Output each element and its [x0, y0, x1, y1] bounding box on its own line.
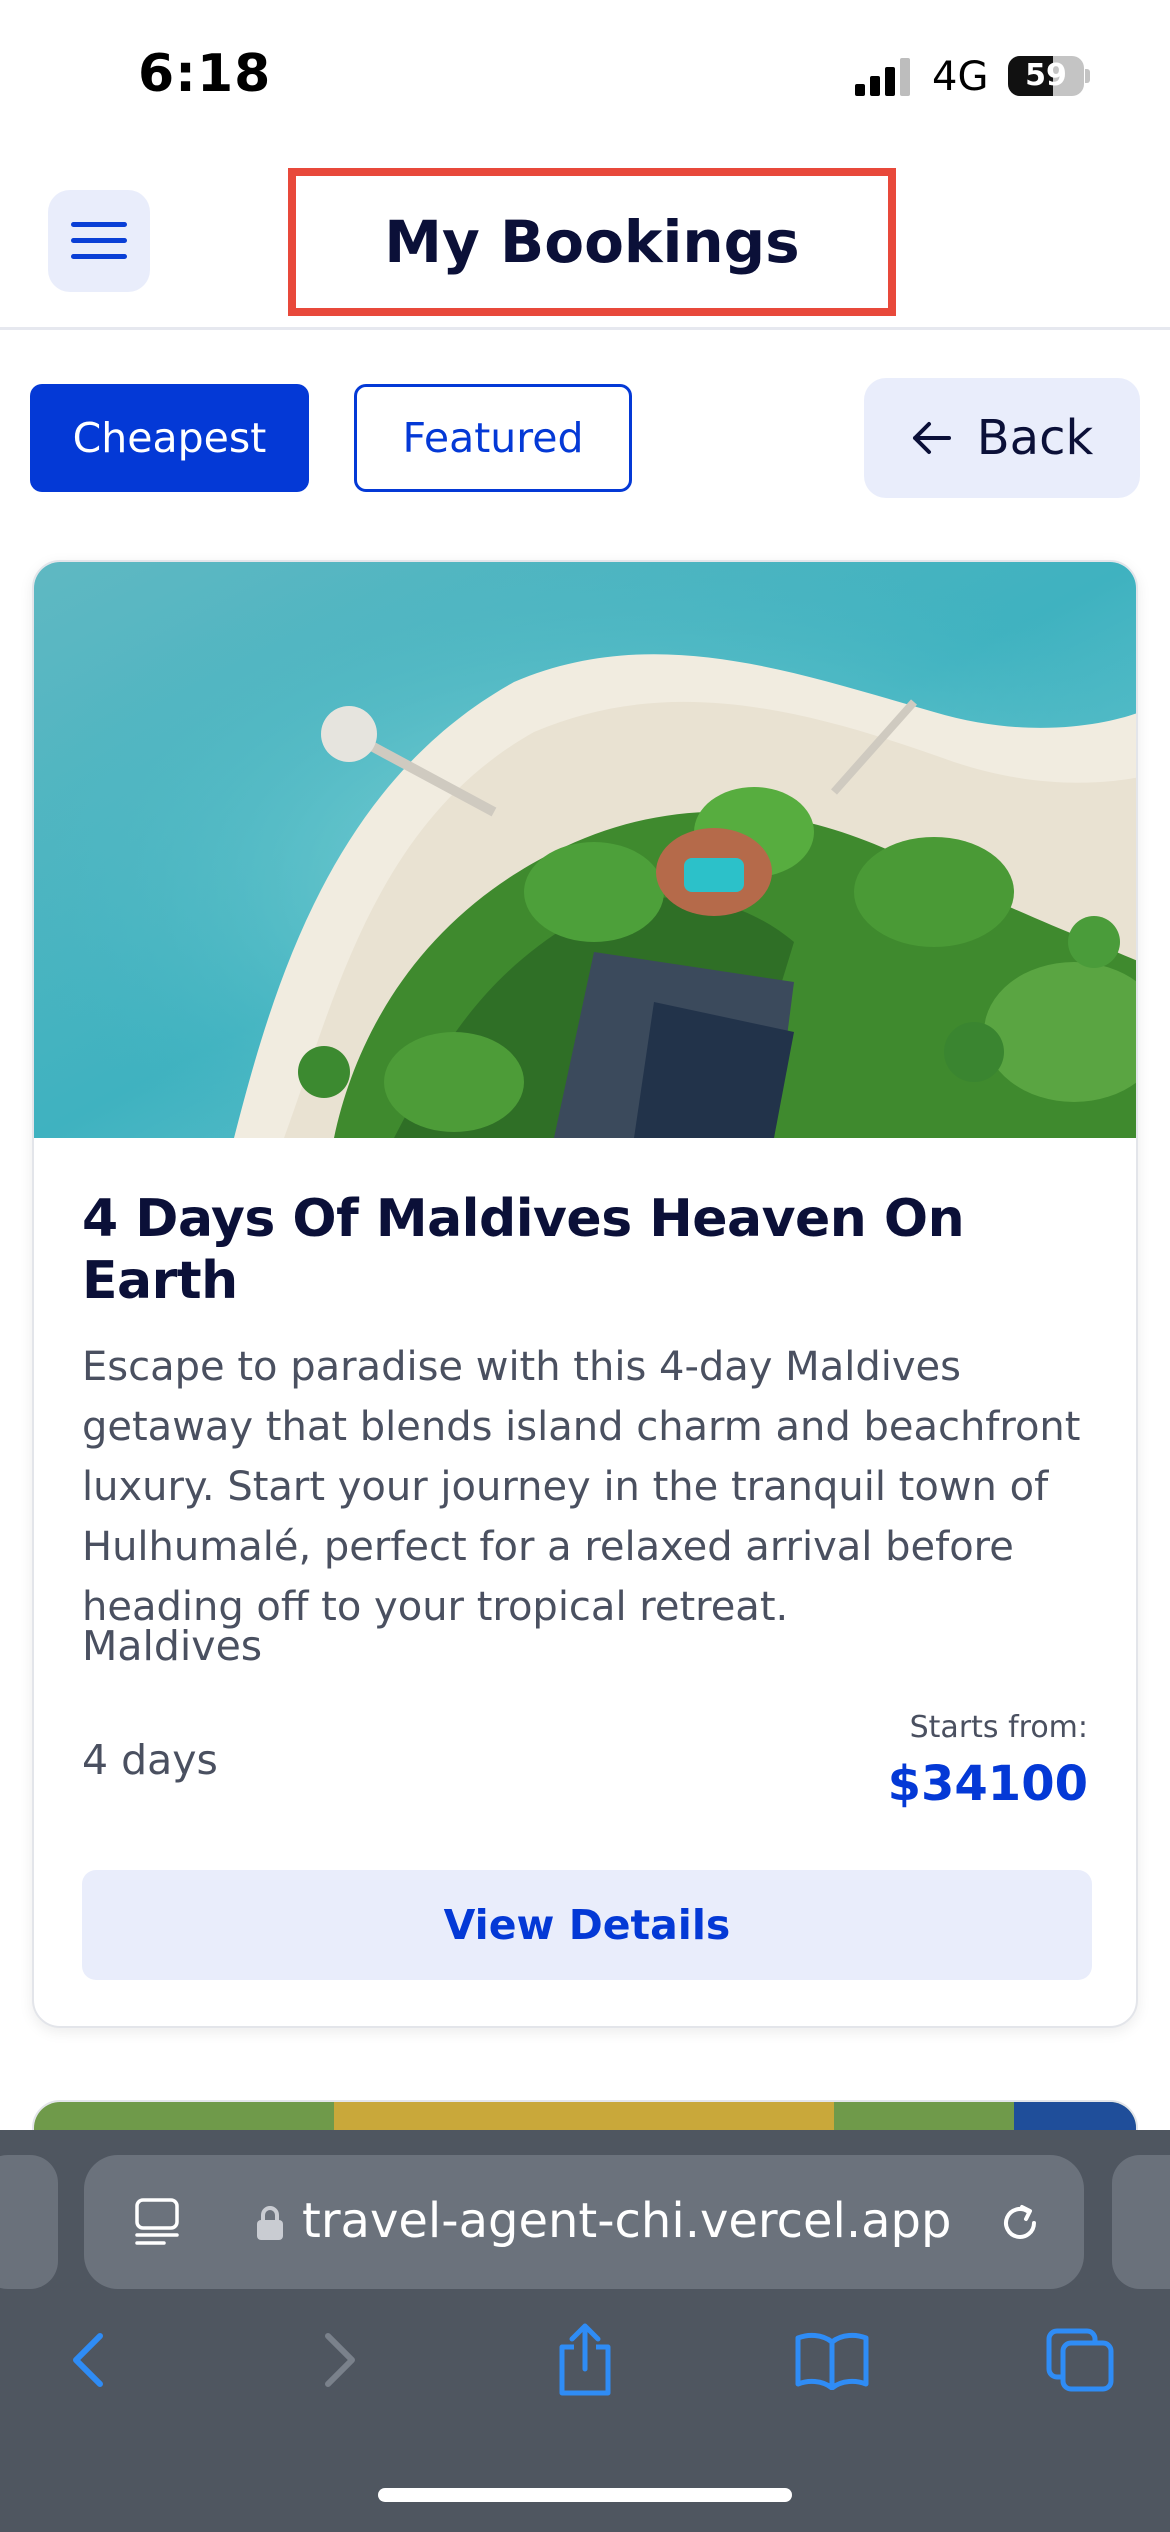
booking-duration: 4 days — [82, 1736, 218, 1784]
page-menu-icon[interactable] — [134, 2197, 180, 2247]
reload-icon[interactable] — [996, 2199, 1044, 2247]
previous-tab-edge[interactable] — [0, 2155, 58, 2289]
lock-icon — [257, 2206, 283, 2240]
booking-description: Escape to paradise with this 4-day Maldi… — [82, 1343, 1081, 1630]
signal-icon — [855, 58, 910, 96]
browser-nav-row — [0, 2320, 1170, 2430]
browser-toolbar: travel-agent-chi.vercel.app — [0, 2130, 1170, 2532]
home-indicator — [378, 2488, 792, 2502]
view-details-button[interactable]: View Details — [82, 1870, 1092, 1980]
price-value: $34100 — [887, 1756, 1088, 1812]
filter-row: Cheapest Featured Back — [0, 378, 1170, 498]
hamburger-menu-icon — [71, 220, 127, 262]
booking-card-body: 4 Days Of Maldives Heaven On Earth Escap… — [82, 1188, 1092, 1637]
maldives-island-aerial-photo — [34, 562, 1136, 1138]
featured-filter-button[interactable]: Featured — [354, 384, 632, 492]
battery-icon: 59 — [1008, 56, 1090, 96]
page-title-highlight: My Bookings — [288, 168, 896, 316]
battery-percent: 59 — [1025, 58, 1067, 93]
next-tab-edge[interactable] — [1112, 2155, 1170, 2289]
back-icon[interactable] — [48, 2320, 128, 2400]
status-time: 6:18 — [138, 44, 272, 104]
app-header: My Bookings — [0, 150, 1170, 330]
status-bar: 6:18 4G 59 — [0, 0, 1170, 150]
booking-location: Maldives — [82, 1622, 263, 1670]
share-icon[interactable] — [545, 2320, 625, 2400]
page-title: My Bookings — [384, 208, 800, 276]
bookmarks-icon[interactable] — [792, 2320, 872, 2400]
network-label: 4G — [932, 54, 989, 100]
address-bar[interactable]: travel-agent-chi.vercel.app — [84, 2155, 1084, 2289]
tabs-icon[interactable] — [1040, 2320, 1120, 2400]
back-button[interactable]: Back — [864, 378, 1140, 498]
cheapest-filter-button[interactable]: Cheapest — [30, 384, 309, 492]
booking-card: 4 Days Of Maldives Heaven On Earth Escap… — [32, 560, 1138, 2028]
booking-title: 4 Days Of Maldives Heaven On Earth — [82, 1189, 965, 1312]
arrow-left-icon — [912, 422, 951, 454]
price-label: Starts from: — [909, 1710, 1088, 1745]
forward-icon[interactable] — [300, 2320, 380, 2400]
url-text[interactable]: travel-agent-chi.vercel.app — [302, 2193, 951, 2249]
back-button-label: Back — [976, 410, 1094, 466]
menu-button[interactable] — [48, 190, 150, 292]
